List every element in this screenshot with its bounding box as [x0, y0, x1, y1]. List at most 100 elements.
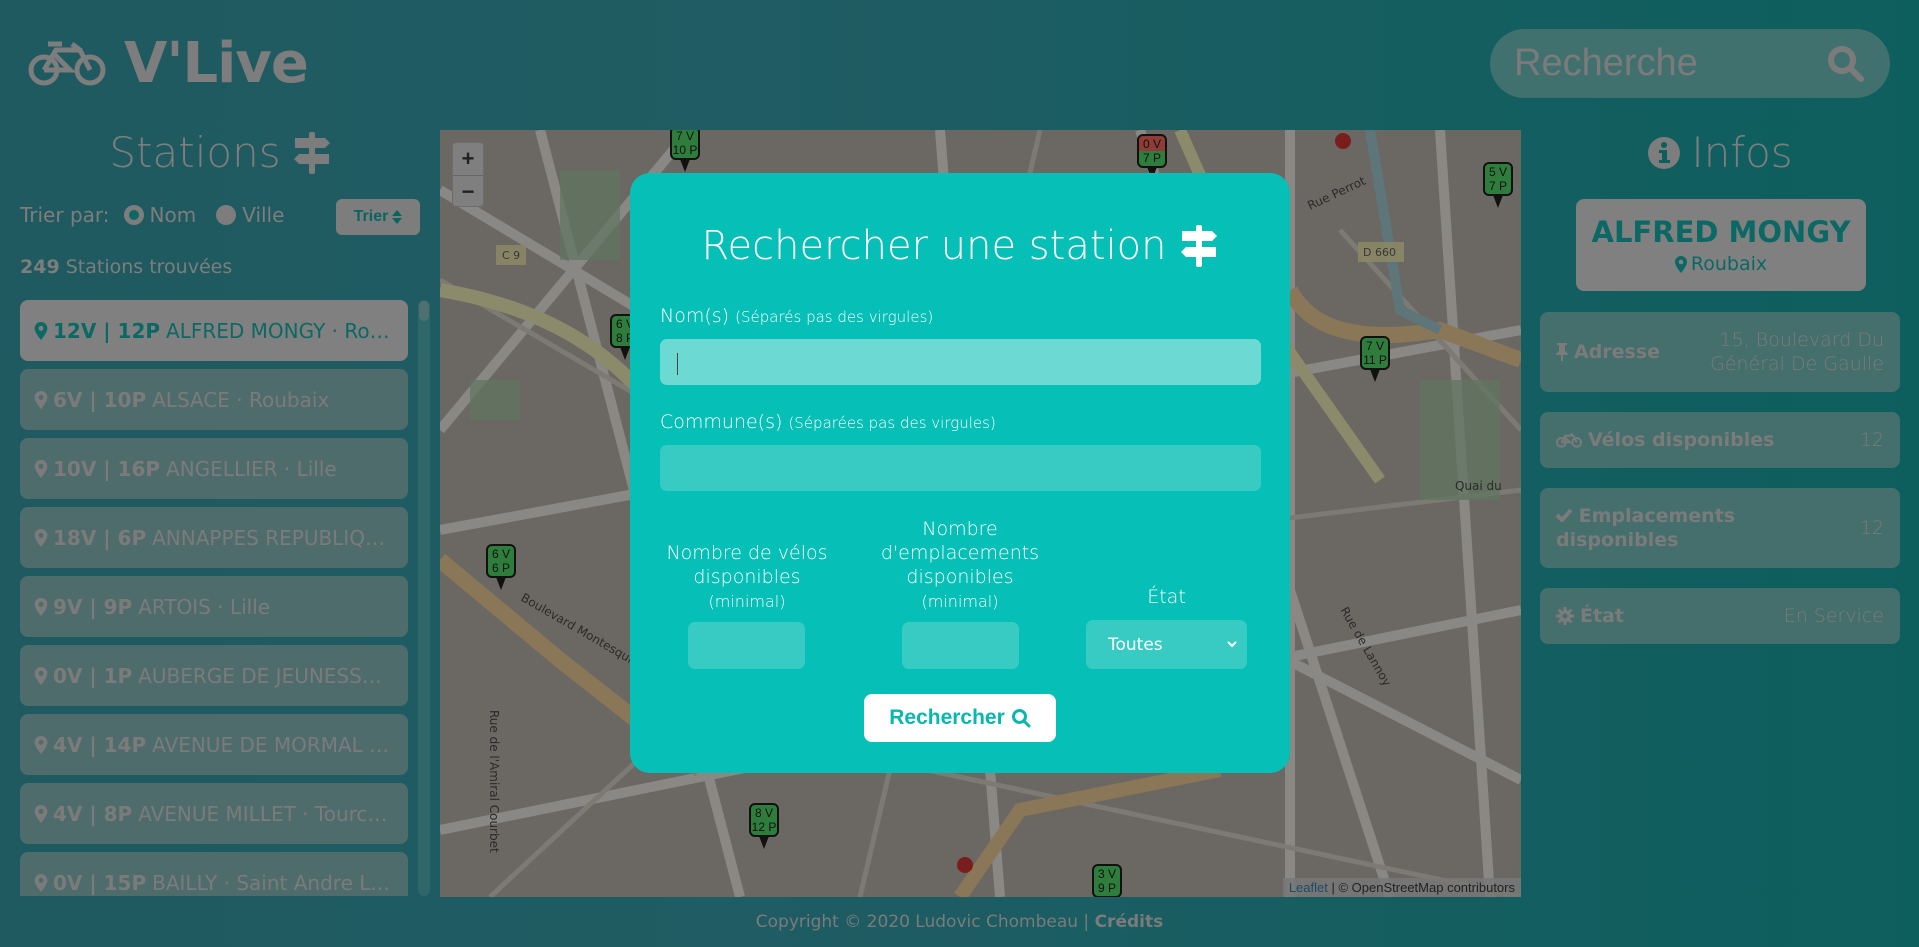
state-label: État [1147, 586, 1186, 608]
station-name-city: ALSACE · Roubaix [152, 387, 330, 412]
station-marker[interactable]: 7 V 10 P [670, 130, 700, 160]
app-logo[interactable]: V'Live [28, 30, 309, 96]
station-name-city: AVENUE DE MORMAL ·… [152, 732, 394, 757]
station-list-item[interactable]: 0V | 15P BAILLY · Saint Andre Le… [20, 852, 408, 896]
info-value: 12 [1859, 429, 1884, 451]
sort-radio-name[interactable]: Nom [123, 203, 196, 227]
zoom-in-button[interactable]: + [453, 143, 483, 175]
station-counts: 10V | 16P [53, 456, 161, 481]
map-marker-icon [34, 735, 48, 754]
footer-copyright: Copyright © 2020 Ludovic Chombeau | [755, 912, 1090, 932]
footer: Copyright © 2020 Ludovic Chombeau | Créd… [0, 912, 1919, 932]
info-value: En Service [1783, 605, 1884, 627]
stations-count-number: 249 [20, 256, 60, 278]
station-list-item[interactable]: 6V | 10P ALSACE · Roubaix [20, 369, 408, 430]
station-list-item[interactable]: 4V | 14P AVENUE DE MORMAL ·… [20, 714, 408, 775]
sort-radio-city[interactable]: Ville [216, 203, 284, 227]
radio-unchecked-icon[interactable] [216, 205, 237, 225]
station-list-item[interactable]: 9V | 9P ARTOIS · Lille [20, 576, 408, 637]
station-counts: 6V | 10P [53, 387, 147, 412]
sort-icon [392, 210, 403, 224]
bikes-min-input[interactable] [688, 622, 805, 669]
marker-places: 11 P [1363, 353, 1387, 367]
info-value: 12 [1859, 517, 1884, 539]
station-list-item[interactable]: 12V | 12P ALFRED MONGY · Rou… [20, 300, 408, 361]
places-min-input[interactable] [902, 622, 1019, 669]
credits-link[interactable]: Crédits [1095, 912, 1164, 932]
station-list-item[interactable]: 10V | 16P ANGELLIER · Lille [20, 438, 408, 499]
station-marker[interactable]: 3 V 9 P [1092, 864, 1122, 897]
station-counts: 4V | 14P [53, 732, 147, 757]
state-select[interactable]: Toutes [1086, 620, 1247, 669]
stations-count: 249 Stations trouvées [20, 256, 232, 278]
marker-places: 10 P [672, 143, 698, 157]
info-row-address: Adresse 15, Boulevard Du Général De Gaul… [1540, 312, 1900, 392]
info-label: Adresse [1556, 341, 1660, 363]
submit-search-label: Rechercher [889, 706, 1005, 729]
sort-controls: Trier par: Nom Ville [20, 203, 284, 227]
names-label-text: Nom(s) [660, 305, 730, 327]
search-input[interactable] [1514, 42, 1814, 85]
station-list-scrollbar[interactable] [418, 300, 430, 896]
road-label: D 660 [1363, 246, 1396, 259]
places-min-label: Nombre d'emplacements disponibles (minim… [860, 517, 1060, 614]
station-marker[interactable]: 0 V 7 P [1137, 134, 1167, 168]
places-hint: (minimal) [921, 592, 999, 611]
radio-checked-icon[interactable] [123, 205, 144, 225]
app-title: V'Live [124, 30, 309, 96]
info-label-text: Vélos disponibles [1588, 429, 1775, 451]
station-list-item[interactable]: 18V | 6P ANNAPPES REPUBLIQ… [20, 507, 408, 568]
station-marker[interactable]: 5 V 7 P [1483, 162, 1513, 196]
station-marker[interactable]: 6 V 6 P [486, 544, 516, 578]
station-list-item[interactable]: 0V | 1P AUBERGE DE JEUNESSE… [20, 645, 408, 706]
station-marker[interactable]: 7 V 11 P [1360, 336, 1390, 370]
modal-title-text: Rechercher une station [701, 223, 1167, 269]
marker-places: 12 P [751, 820, 777, 834]
text-caret [677, 353, 678, 375]
info-label: État [1556, 605, 1624, 627]
station-name-city: BAILLY · Saint Andre Le… [152, 870, 394, 895]
station-marker[interactable]: 8 V 12 P [749, 803, 779, 837]
map-marker-icon [34, 390, 48, 409]
marker-bikes: 6 V [491, 547, 510, 561]
marker-bikes: 8 V [754, 806, 773, 820]
marker-bikes: 0 V [1142, 137, 1161, 151]
map-marker-icon [1674, 255, 1687, 273]
station-counts: 4V | 8P [53, 801, 133, 826]
station-counts: 12V | 12P [53, 318, 161, 343]
communes-hint: (Séparées pas des virgules) [788, 414, 996, 432]
zoom-out-button[interactable]: − [453, 175, 483, 206]
marker-places: 9 P [1097, 881, 1116, 895]
submit-search-button[interactable]: Rechercher [864, 694, 1056, 742]
search-icon[interactable] [1826, 44, 1866, 84]
places-label-line: disponibles [906, 566, 1014, 588]
header-search[interactable] [1490, 29, 1890, 98]
names-hint: (Séparés pas des virgules) [735, 308, 934, 326]
communes-label-text: Commune(s) [660, 411, 783, 433]
places-label-line: Nombre [922, 518, 998, 540]
stations-count-label: Stations trouvées [65, 256, 233, 278]
station-list-item[interactable]: 4V | 8P AVENUE MILLET · Tourc… [20, 783, 408, 844]
info-label-text: Emplacements disponibles [1556, 505, 1736, 551]
leaflet-link[interactable]: Leaflet [1289, 880, 1328, 895]
bicycle-icon [28, 41, 106, 86]
names-input[interactable] [660, 339, 1261, 385]
communes-input[interactable] [660, 445, 1261, 491]
map-marker-icon [34, 873, 48, 892]
chevron-down-icon [1227, 641, 1237, 648]
selected-station-city-label: Roubaix [1690, 253, 1768, 275]
sort-button[interactable]: Trier [336, 199, 420, 235]
info-row-bikes: Vélos disponibles 12 [1540, 412, 1900, 468]
gear-icon [1556, 607, 1574, 625]
places-label-line: d'emplacements [880, 542, 1040, 564]
map-zoom-control: + − [452, 142, 484, 207]
info-label: Vélos disponibles [1556, 429, 1774, 451]
search-icon [1011, 709, 1031, 728]
bikes-min-label: Nombre de vélos disponibles (minimal) [660, 541, 834, 614]
marker-bikes: 3 V [1097, 867, 1116, 881]
station-list-scrollbar-thumb[interactable] [419, 301, 429, 321]
info-row-state: État En Service [1540, 588, 1900, 644]
sort-button-label: Trier [353, 208, 389, 225]
names-label: Nom(s) (Séparés pas des virgules) [660, 305, 933, 327]
station-name-city: ANNAPPES REPUBLIQ… [152, 525, 385, 550]
